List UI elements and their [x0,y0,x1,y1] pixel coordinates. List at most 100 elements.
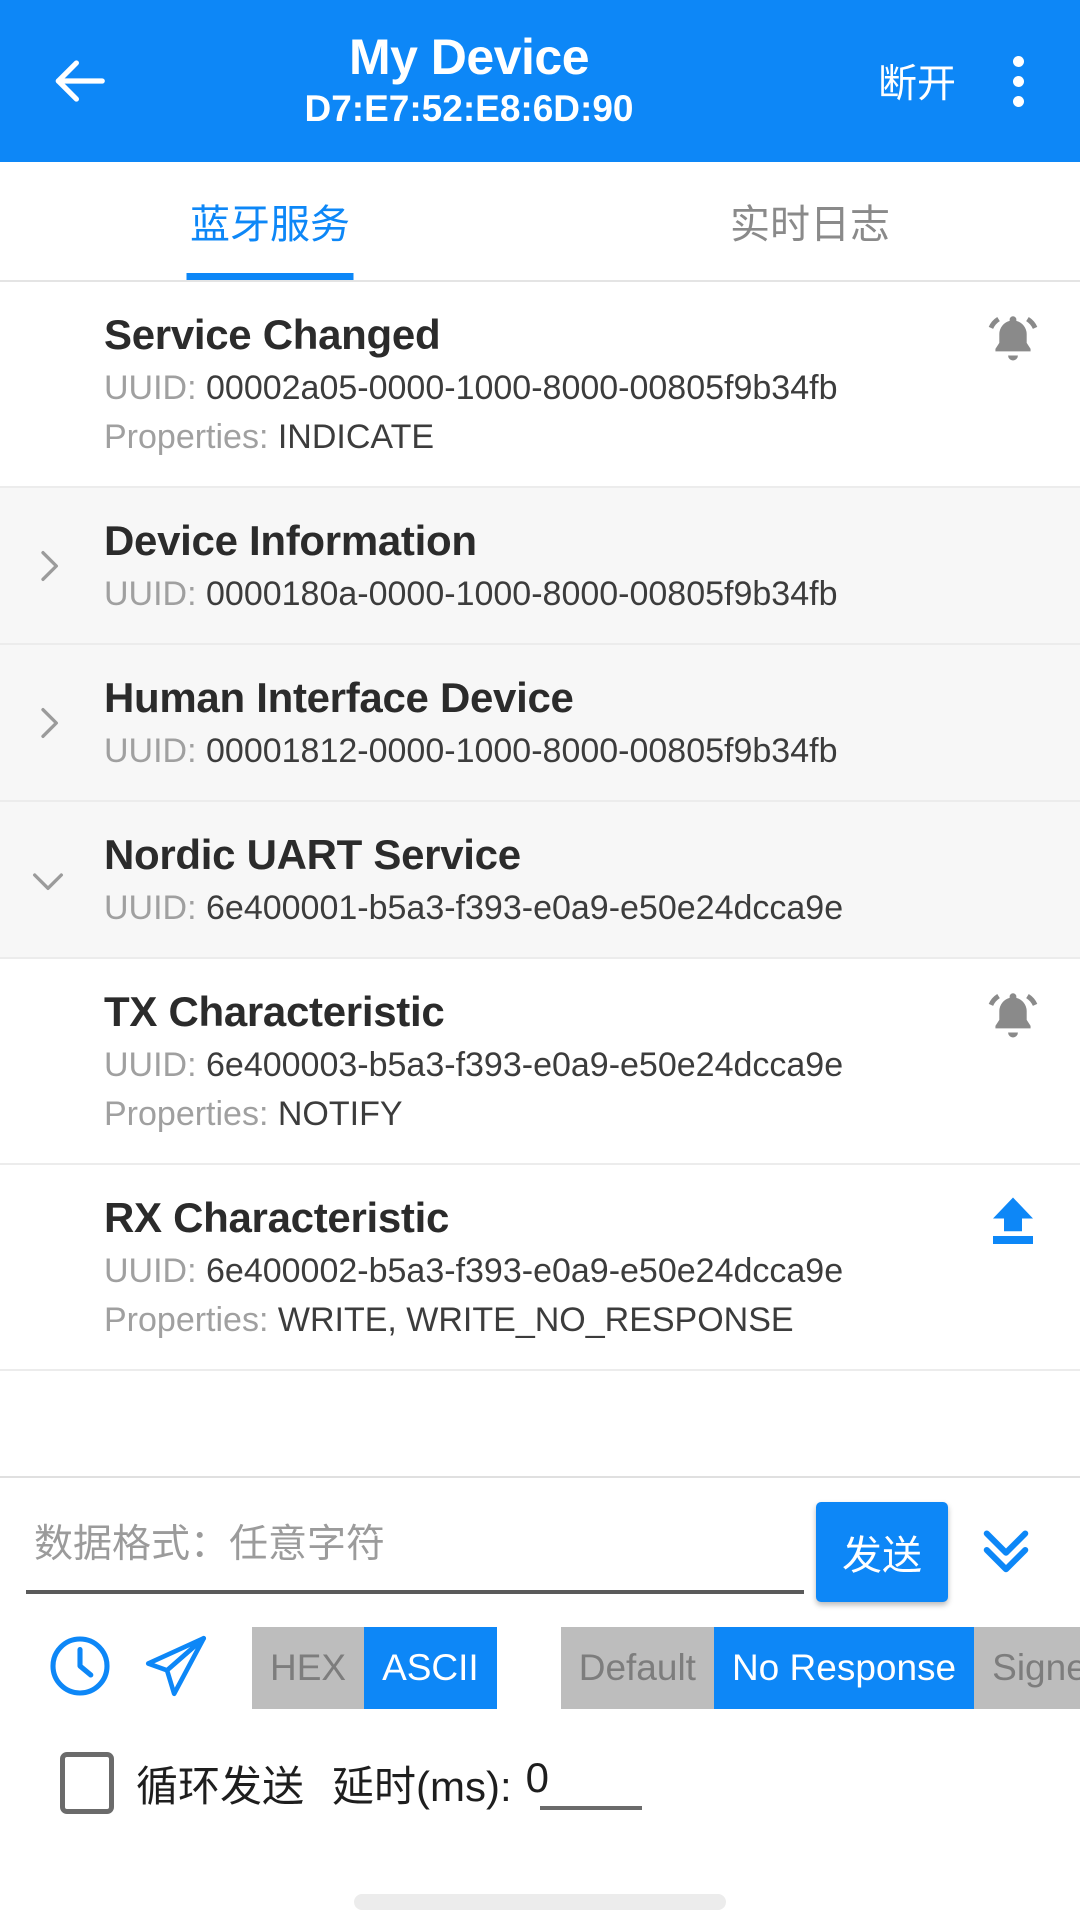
title-block: My Device D7:E7:52:E8:6D:90 [114,30,864,131]
page-title: My Device [348,29,590,86]
tab-label: 实时日志 [730,203,890,247]
nav-handle [354,1894,726,1910]
uuid-value: 6e400001-b5a3-f393-e0a9-e50e24dcca9e [206,888,844,927]
characteristic-properties-line: Properties: NOTIFY [104,1092,960,1137]
list-item[interactable]: Device Information UUID: 0000180a-0000-1… [0,488,1080,646]
uuid-value: 00002a05-0000-1000-8000-00805f9b34fb [206,368,838,407]
delay-underline [539,1806,642,1810]
properties-label: Properties: [104,1095,269,1134]
delay-input[interactable] [523,1754,634,1812]
list-item-body: RX Characteristic UUID: 6e400002-b5a3-f3… [104,1191,960,1343]
uuid-value: 00001812-0000-1000-8000-00805f9b34fb [206,731,838,770]
list-item[interactable]: Nordic UART Service UUID: 6e400001-b5a3-… [0,802,1080,960]
bell-active-icon [982,985,1044,1052]
service-title: Service Changed [104,311,441,358]
list-item[interactable]: TX Characteristic UUID: 6e400003-b5a3-f3… [0,959,1080,1166]
uuid-value: 6e400003-b5a3-f393-e0a9-e50e24dcca9e [206,1045,844,1084]
list-item-body: Device Information UUID: 0000180a-0000-1… [104,514,1050,617]
service-uuid-line: UUID: 00001812-0000-1000-8000-00805f9b34… [104,729,1050,774]
notify-toggle-button[interactable] [976,308,1050,382]
bell-active-icon [982,308,1044,375]
loop-send-label: 循环发送 [136,1762,305,1810]
list-item-body: TX Characteristic UUID: 6e400003-b5a3-f3… [104,985,960,1137]
properties-label: Properties: [104,1301,269,1340]
service-properties-line: Properties: INDICATE [104,415,960,460]
write-type-segmented: Default No Response Signed [560,1627,1080,1709]
data-input-wrap [26,1496,804,1608]
uuid-label: UUID: [104,1045,197,1084]
write-button[interactable] [976,1191,1050,1265]
service-uuid-line: UUID: 6e400001-b5a3-f393-e0a9-e50e24dcca… [104,886,1050,931]
data-input[interactable] [26,1523,804,1581]
device-address: D7:E7:52:E8:6D:90 [304,88,634,130]
expand-panel-button[interactable] [958,1502,1054,1602]
input-underline [26,1590,804,1594]
history-button[interactable] [32,1620,128,1716]
service-title: Human Interface Device [104,674,574,722]
bottom-area [0,1838,1080,1920]
arrow-left-icon [48,50,110,112]
more-vertical-icon-dot [1012,95,1024,107]
list-item[interactable]: Human Interface Device UUID: 00001812-00… [0,645,1080,803]
app-screen: My Device D7:E7:52:E8:6D:90 断开 蓝牙服务 实时日志… [0,0,1080,1920]
uuid-label: UUID: [104,1252,197,1291]
uuid-label: UUID: [104,368,197,407]
send-panel: 发送 [0,1476,1080,1838]
disconnect-button[interactable]: 断开 [864,43,970,119]
list-item-body: Service Changed UUID: 00002a05-0000-1000… [104,308,960,460]
app-bar: My Device D7:E7:52:E8:6D:90 断开 [0,0,1080,162]
service-title: Device Information [104,517,477,565]
tab-bar: 蓝牙服务 实时日志 [0,162,1080,282]
data-format-segmented: HEX ASCII [252,1627,497,1709]
list-item[interactable]: RX Characteristic UUID: 6e400002-b5a3-f3… [0,1165,1080,1372]
send-row: 发送 [26,1496,1054,1608]
properties-value: WRITE, WRITE_NO_RESPONSE [277,1301,794,1340]
characteristic-uuid-line: UUID: 6e400003-b5a3-f393-e0a9-e50e24dcca… [104,1043,960,1088]
upload-icon [983,1191,1043,1256]
characteristic-uuid-line: UUID: 6e400002-b5a3-f393-e0a9-e50e24dcca… [104,1249,960,1294]
properties-label: Properties: [104,417,269,456]
uuid-value: 0000180a-0000-1000-8000-00805f9b34fb [206,574,838,613]
list-item-body: Nordic UART Service UUID: 6e400001-b5a3-… [104,828,1050,931]
clock-icon [44,1630,116,1707]
loop-send-checkbox[interactable] [60,1752,114,1814]
characteristic-title: RX Characteristic [104,1194,450,1242]
loop-send-row: 循环发送 延时(ms): [26,1728,1054,1838]
write-option-signed[interactable]: Signed [974,1627,1080,1709]
service-uuid-line: UUID: 00002a05-0000-1000-8000-00805f9b34… [104,366,960,411]
service-title: Nordic UART Service [104,831,521,879]
options-row: HEX ASCII Default No Response Signed [26,1608,1080,1728]
send-button[interactable]: 发送 [816,1502,948,1602]
delay-label: 延时(ms): [332,1762,512,1810]
list-item[interactable]: Service Changed UUID: 00002a05-0000-1000… [0,282,1080,489]
format-option-ascii[interactable]: ASCII [364,1627,497,1709]
uuid-value: 6e400002-b5a3-f393-e0a9-e50e24dcca9e [206,1252,844,1291]
double-chevron-down-icon [973,1517,1039,1588]
chevron-right-icon [22,540,74,592]
properties-value: INDICATE [277,417,435,456]
service-list[interactable]: Service Changed UUID: 00002a05-0000-1000… [0,282,1080,1476]
uuid-label: UUID: [104,574,197,613]
properties-value: NOTIFY [277,1095,403,1134]
service-uuid-line: UUID: 0000180a-0000-1000-8000-00805f9b34… [104,572,1050,617]
format-option-hex[interactable]: HEX [252,1627,365,1709]
write-option-no-response[interactable]: No Response [713,1627,975,1709]
chevron-down-icon [22,854,74,906]
tab-bluetooth-services[interactable]: 蓝牙服务 [0,162,540,280]
quick-send-button[interactable] [128,1620,224,1716]
paper-plane-icon [139,1629,213,1708]
characteristic-properties-line: Properties: WRITE, WRITE_NO_RESPONSE [104,1298,960,1343]
tab-label: 蓝牙服务 [190,203,350,247]
tab-realtime-log[interactable]: 实时日志 [540,162,1080,280]
uuid-label: UUID: [104,731,197,770]
overflow-menu-button[interactable] [980,31,1056,131]
list-item-body: Human Interface Device UUID: 00001812-00… [104,671,1050,774]
write-option-default[interactable]: Default [560,1627,714,1709]
characteristic-title: TX Characteristic [104,988,445,1036]
more-vertical-icon-dot [1012,75,1024,87]
uuid-label: UUID: [104,888,197,927]
chevron-right-icon [22,697,74,749]
more-vertical-icon [1012,55,1024,67]
delay-input-wrap [523,1754,642,1812]
notify-toggle-button[interactable] [976,985,1050,1059]
